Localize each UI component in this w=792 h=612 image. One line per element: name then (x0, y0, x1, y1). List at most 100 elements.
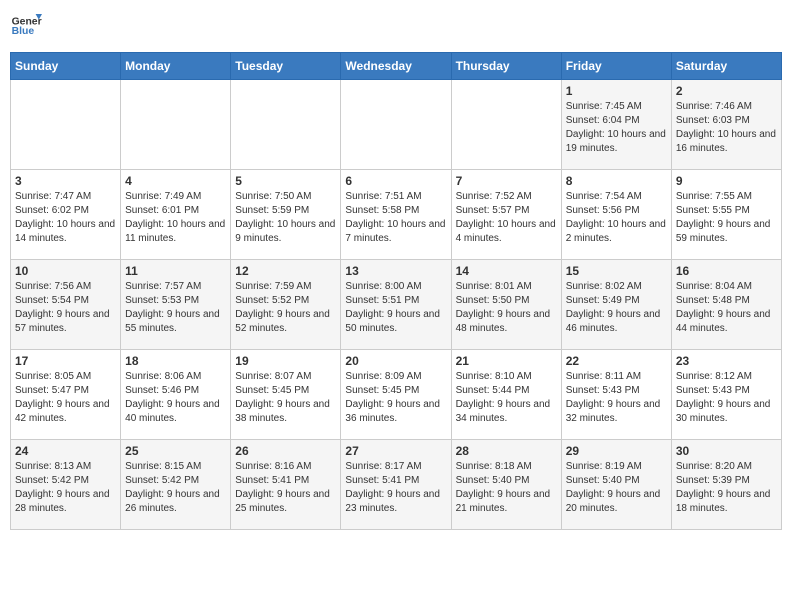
week-row-1: 3 Sunrise: 7:47 AM Sunset: 6:02 PM Daylig… (11, 170, 782, 260)
calendar-cell (11, 80, 121, 170)
calendar-cell (231, 80, 341, 170)
day-number: 30 (676, 444, 777, 458)
calendar-cell: 24 Sunrise: 8:13 AM Sunset: 5:42 PM Dayli… (11, 440, 121, 530)
day-number: 4 (125, 174, 226, 188)
day-number: 3 (15, 174, 116, 188)
day-number: 26 (235, 444, 336, 458)
day-info: Sunrise: 7:49 AM Sunset: 6:01 PM Dayligh… (125, 190, 226, 246)
day-number: 15 (566, 264, 667, 278)
day-info: Sunrise: 8:20 AM Sunset: 5:39 PM Dayligh… (676, 460, 777, 516)
calendar-cell: 4 Sunrise: 7:49 AM Sunset: 6:01 PM Daylig… (121, 170, 231, 260)
day-number: 11 (125, 264, 226, 278)
calendar-cell: 18 Sunrise: 8:06 AM Sunset: 5:46 PM Dayli… (121, 350, 231, 440)
day-info: Sunrise: 8:15 AM Sunset: 5:42 PM Dayligh… (125, 460, 226, 516)
calendar-cell: 8 Sunrise: 7:54 AM Sunset: 5:56 PM Daylig… (561, 170, 671, 260)
day-info: Sunrise: 8:16 AM Sunset: 5:41 PM Dayligh… (235, 460, 336, 516)
day-info: Sunrise: 8:17 AM Sunset: 5:41 PM Dayligh… (345, 460, 446, 516)
day-number: 7 (456, 174, 557, 188)
calendar-cell (451, 80, 561, 170)
day-number: 8 (566, 174, 667, 188)
day-info: Sunrise: 8:09 AM Sunset: 5:45 PM Dayligh… (345, 370, 446, 426)
calendar-cell: 2 Sunrise: 7:46 AM Sunset: 6:03 PM Daylig… (671, 80, 781, 170)
calendar-cell: 14 Sunrise: 8:01 AM Sunset: 5:50 PM Dayli… (451, 260, 561, 350)
day-info: Sunrise: 7:47 AM Sunset: 6:02 PM Dayligh… (15, 190, 116, 246)
day-header-sunday: Sunday (11, 53, 121, 80)
day-info: Sunrise: 7:46 AM Sunset: 6:03 PM Dayligh… (676, 100, 777, 156)
calendar-cell: 6 Sunrise: 7:51 AM Sunset: 5:58 PM Daylig… (341, 170, 451, 260)
day-info: Sunrise: 7:59 AM Sunset: 5:52 PM Dayligh… (235, 280, 336, 336)
calendar-cell: 30 Sunrise: 8:20 AM Sunset: 5:39 PM Dayli… (671, 440, 781, 530)
day-info: Sunrise: 8:12 AM Sunset: 5:43 PM Dayligh… (676, 370, 777, 426)
day-header-tuesday: Tuesday (231, 53, 341, 80)
week-row-2: 10 Sunrise: 7:56 AM Sunset: 5:54 PM Dayli… (11, 260, 782, 350)
day-info: Sunrise: 8:00 AM Sunset: 5:51 PM Dayligh… (345, 280, 446, 336)
day-info: Sunrise: 8:04 AM Sunset: 5:48 PM Dayligh… (676, 280, 777, 336)
day-number: 2 (676, 84, 777, 98)
day-info: Sunrise: 8:10 AM Sunset: 5:44 PM Dayligh… (456, 370, 557, 426)
day-info: Sunrise: 7:50 AM Sunset: 5:59 PM Dayligh… (235, 190, 336, 246)
calendar-cell: 10 Sunrise: 7:56 AM Sunset: 5:54 PM Dayli… (11, 260, 121, 350)
day-number: 27 (345, 444, 446, 458)
week-row-0: 1Sunrise: 7:45 AM Sunset: 6:04 PM Daylig… (11, 80, 782, 170)
calendar-cell: 28Sunrise: 8:18 AM Sunset: 5:40 PM Dayli… (451, 440, 561, 530)
day-number: 29 (566, 444, 667, 458)
day-info: Sunrise: 8:13 AM Sunset: 5:42 PM Dayligh… (15, 460, 116, 516)
day-number: 19 (235, 354, 336, 368)
week-row-4: 24 Sunrise: 8:13 AM Sunset: 5:42 PM Dayli… (11, 440, 782, 530)
day-number: 9 (676, 174, 777, 188)
calendar-cell: 25 Sunrise: 8:15 AM Sunset: 5:42 PM Dayli… (121, 440, 231, 530)
calendar-cell: 7 Sunrise: 7:52 AM Sunset: 5:57 PM Daylig… (451, 170, 561, 260)
day-header-thursday: Thursday (451, 53, 561, 80)
logo: General Blue (10, 10, 42, 42)
day-info: Sunrise: 8:01 AM Sunset: 5:50 PM Dayligh… (456, 280, 557, 336)
day-info: Sunrise: 8:11 AM Sunset: 5:43 PM Dayligh… (566, 370, 667, 426)
day-number: 14 (456, 264, 557, 278)
day-number: 17 (15, 354, 116, 368)
calendar-cell: 11 Sunrise: 7:57 AM Sunset: 5:53 PM Dayli… (121, 260, 231, 350)
calendar-cell: 26 Sunrise: 8:16 AM Sunset: 5:41 PM Dayli… (231, 440, 341, 530)
day-info: Sunrise: 7:55 AM Sunset: 5:55 PM Dayligh… (676, 190, 777, 246)
calendar-cell: 12Sunrise: 7:59 AM Sunset: 5:52 PM Dayli… (231, 260, 341, 350)
day-info: Sunrise: 7:52 AM Sunset: 5:57 PM Dayligh… (456, 190, 557, 246)
day-info: Sunrise: 7:57 AM Sunset: 5:53 PM Dayligh… (125, 280, 226, 336)
day-number: 13 (345, 264, 446, 278)
week-row-3: 17 Sunrise: 8:05 AM Sunset: 5:47 PM Dayli… (11, 350, 782, 440)
calendar-cell: 16Sunrise: 8:04 AM Sunset: 5:48 PM Dayli… (671, 260, 781, 350)
day-number: 28 (456, 444, 557, 458)
calendar-cell: 3 Sunrise: 7:47 AM Sunset: 6:02 PM Daylig… (11, 170, 121, 260)
day-number: 22 (566, 354, 667, 368)
calendar-cell (341, 80, 451, 170)
calendar-cell: 9 Sunrise: 7:55 AM Sunset: 5:55 PM Daylig… (671, 170, 781, 260)
svg-text:Blue: Blue (12, 26, 35, 37)
day-number: 18 (125, 354, 226, 368)
day-number: 10 (15, 264, 116, 278)
day-info: Sunrise: 7:54 AM Sunset: 5:56 PM Dayligh… (566, 190, 667, 246)
day-number: 25 (125, 444, 226, 458)
day-header-monday: Monday (121, 53, 231, 80)
header: General Blue (10, 10, 782, 42)
day-info: Sunrise: 7:56 AM Sunset: 5:54 PM Dayligh… (15, 280, 116, 336)
calendar-cell: 27 Sunrise: 8:17 AM Sunset: 5:41 PM Dayli… (341, 440, 451, 530)
calendar-cell: 15 Sunrise: 8:02 AM Sunset: 5:49 PM Dayli… (561, 260, 671, 350)
logo-icon: General Blue (10, 10, 42, 42)
calendar-cell: 19 Sunrise: 8:07 AM Sunset: 5:45 PM Dayli… (231, 350, 341, 440)
day-info: Sunrise: 8:05 AM Sunset: 5:47 PM Dayligh… (15, 370, 116, 426)
day-number: 21 (456, 354, 557, 368)
calendar-cell: 22 Sunrise: 8:11 AM Sunset: 5:43 PM Dayli… (561, 350, 671, 440)
day-number: 24 (15, 444, 116, 458)
calendar-cell: 21 Sunrise: 8:10 AM Sunset: 5:44 PM Dayli… (451, 350, 561, 440)
day-info: Sunrise: 7:45 AM Sunset: 6:04 PM Dayligh… (566, 100, 667, 156)
day-number: 23 (676, 354, 777, 368)
day-header-wednesday: Wednesday (341, 53, 451, 80)
day-number: 20 (345, 354, 446, 368)
day-number: 6 (345, 174, 446, 188)
day-info: Sunrise: 8:06 AM Sunset: 5:46 PM Dayligh… (125, 370, 226, 426)
day-number: 5 (235, 174, 336, 188)
calendar-cell: 29Sunrise: 8:19 AM Sunset: 5:40 PM Dayli… (561, 440, 671, 530)
day-info: Sunrise: 8:02 AM Sunset: 5:49 PM Dayligh… (566, 280, 667, 336)
day-header-friday: Friday (561, 53, 671, 80)
day-info: Sunrise: 7:51 AM Sunset: 5:58 PM Dayligh… (345, 190, 446, 246)
day-header-saturday: Saturday (671, 53, 781, 80)
calendar-cell: 13 Sunrise: 8:00 AM Sunset: 5:51 PM Dayli… (341, 260, 451, 350)
day-info: Sunrise: 8:07 AM Sunset: 5:45 PM Dayligh… (235, 370, 336, 426)
